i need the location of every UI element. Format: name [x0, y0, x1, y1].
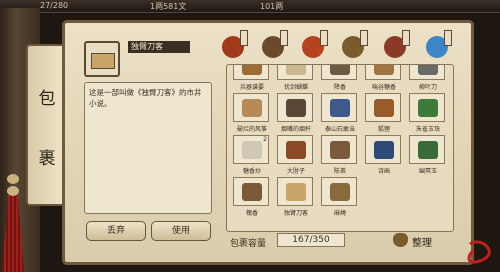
bead-decoration: [7, 174, 19, 184]
book-icon: [286, 183, 306, 201]
pipe-icon: [286, 99, 306, 117]
top-status-bar: 27/280 1两581文 101两: [0, 0, 500, 13]
item-label: 兵器谱要: [239, 84, 264, 91]
category-flag-decoration: [240, 30, 248, 46]
rope-icon: [330, 183, 350, 201]
inventory-slot[interactable]: 柳叶刀: [409, 65, 445, 91]
item-label: 幽冥玉: [418, 168, 437, 175]
item-label: 烟嘴的烟杆: [280, 126, 311, 133]
candy-icon: [374, 65, 394, 75]
capacity-value: 167/350: [277, 233, 345, 247]
blade-icon: [418, 65, 438, 75]
selected-item-name: 独臂刀客: [128, 41, 190, 53]
bowl-icon: [286, 65, 306, 75]
sort-button[interactable]: 整理: [393, 230, 449, 250]
category-flag-decoration: [280, 30, 288, 46]
inventory-slot[interactable]: 降香: [321, 65, 357, 91]
incense-icon: [330, 65, 350, 75]
item-label: 朱雀玉玦: [415, 126, 440, 133]
fox-icon: [374, 99, 394, 117]
selected-item-icon: [84, 41, 120, 77]
sort-label: 整理: [412, 238, 432, 249]
jade-icon: [418, 99, 438, 117]
inventory-slot[interactable]: 诗画: [365, 135, 401, 175]
inventory-slot[interactable]: 2 糖香炒: [233, 135, 269, 175]
tea-icon: [330, 141, 350, 159]
sugar-icon: [242, 141, 262, 159]
inventory-slot[interactable]: 忧剑蝴蝶: [277, 65, 313, 91]
status-value: 1两581文: [150, 2, 187, 11]
inventory-grid: 兵器谱要 忧剑蝴蝶 降香 喘谷糖香 柳叶刀破烂的风筝 烟嘴的烟杆 泰山石敢当 狐狸 朱雀玉玦 2 糖…: [226, 64, 454, 232]
item-label: 诗画: [377, 168, 390, 175]
bag-icon: [393, 233, 408, 247]
bead-decoration: [7, 186, 19, 196]
tab-label: 裹: [38, 149, 56, 169]
seal-icon: [466, 238, 494, 266]
inventory-slot[interactable]: 兵器谱要: [233, 65, 269, 91]
meat-icon: [286, 141, 306, 159]
inventory-slot[interactable]: 麻绳: [321, 177, 357, 217]
inventory-slot[interactable]: 破烂的风筝: [233, 93, 269, 133]
item-label: 忧剑蝴蝶: [283, 84, 308, 91]
item-description: 这是一部叫做《独臂刀客》的市井小说。: [84, 82, 212, 214]
inventory-slot[interactable]: 槐香: [233, 177, 269, 217]
item-label: 破烂的风筝: [236, 126, 267, 133]
item-label: 糖香炒: [242, 168, 261, 175]
log-icon: [242, 183, 262, 201]
stone-icon: [330, 99, 350, 117]
item-label: 陈茶: [333, 168, 346, 175]
inventory-slot[interactable]: 幽冥玉: [409, 135, 445, 175]
item-label: 降香: [333, 84, 346, 91]
use-button[interactable]: 使用: [151, 221, 211, 241]
painting-icon: [374, 141, 394, 159]
item-quantity: 2: [263, 136, 267, 143]
item-label: 独臂刀客: [283, 210, 308, 217]
category-flag-decoration: [320, 30, 328, 46]
item-label: 麻绳: [333, 210, 346, 217]
item-label: 狐狸: [377, 126, 390, 133]
inventory-slot[interactable]: 大肘子: [277, 135, 313, 175]
capacity-label: 包裹容量: [230, 239, 267, 249]
category-flag-decoration: [444, 30, 452, 46]
item-label: 喘谷糖香: [371, 84, 396, 91]
scroll-icon: [242, 65, 262, 75]
kite-icon: [242, 99, 262, 117]
item-label: 槐香: [245, 210, 258, 217]
item-label: 泰山石敢当: [324, 126, 355, 133]
item-label: 大肘子: [286, 168, 305, 175]
inventory-slot[interactable]: 陈茶: [321, 135, 357, 175]
category-flag-decoration: [402, 30, 410, 46]
inventory-slot[interactable]: 泰山石敢当: [321, 93, 357, 133]
book-icon: [91, 53, 115, 69]
inventory-slot[interactable]: 独臂刀客: [277, 177, 313, 217]
inventory-slot[interactable]: 喘谷糖香: [365, 65, 401, 91]
category-flag-decoration: [360, 30, 368, 46]
discard-button[interactable]: 丢弃: [86, 221, 146, 241]
inventory-slot[interactable]: 朱雀玉玦: [409, 93, 445, 133]
inventory-slot[interactable]: 狐狸: [365, 93, 401, 133]
status-value: 101两: [260, 2, 284, 11]
tab-label: 包: [38, 89, 56, 109]
item-label: 柳叶刀: [418, 84, 437, 91]
status-value: 27/280: [40, 1, 69, 10]
dark-jade-icon: [418, 141, 438, 159]
inventory-slot[interactable]: 烟嘴的烟杆: [277, 93, 313, 133]
